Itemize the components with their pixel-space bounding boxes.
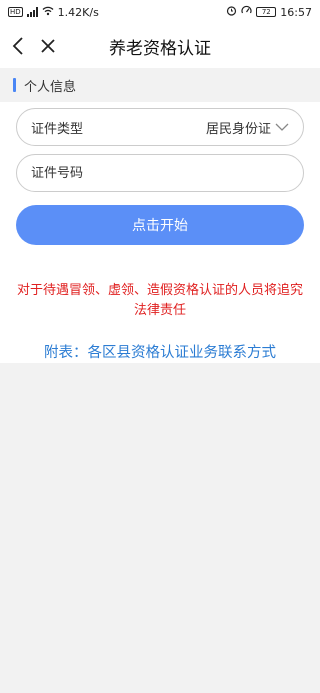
status-right: 72 16:57 [226, 5, 312, 19]
id-number-input[interactable] [31, 165, 289, 181]
speedometer-icon [241, 5, 252, 19]
chevron-down-icon [275, 123, 289, 131]
chevron-left-icon [12, 37, 23, 55]
section-header: 个人信息 [0, 68, 320, 102]
alarm-icon [226, 5, 237, 19]
battery-icon: 72 [256, 7, 277, 17]
signal-icon [26, 7, 38, 17]
network-speed: 1.42K/s [57, 5, 99, 19]
nav-bar: 养老资格认证 [0, 24, 320, 68]
section-accent-bar [13, 78, 16, 92]
warning-text: 对于待遇冒领、虚领、造假资格认证的人员将追究法律责任 [16, 283, 303, 318]
status-left: HD 1.42K/s [8, 6, 99, 19]
wifi-icon [42, 6, 54, 19]
status-bar: HD 1.42K/s 72 16:57 [0, 0, 320, 24]
clock: 16:57 [280, 5, 312, 19]
back-button[interactable] [2, 30, 34, 62]
close-icon [41, 39, 55, 53]
appendix-contact-link[interactable]: 附表：各区县资格认证业务联系方式 [0, 341, 320, 362]
start-button[interactable]: 点击开始 [16, 205, 304, 245]
section-title: 个人信息 [24, 79, 77, 95]
hd-icon: HD [8, 7, 23, 17]
id-type-value: 居民身份证 [205, 121, 271, 137]
id-number-field[interactable] [16, 154, 304, 192]
id-type-selected: 居民身份证 [206, 118, 289, 137]
id-type-select[interactable]: 证件类型 居民身份证 [16, 108, 304, 146]
id-type-label: 证件类型 [31, 121, 84, 137]
close-button[interactable] [32, 30, 64, 62]
